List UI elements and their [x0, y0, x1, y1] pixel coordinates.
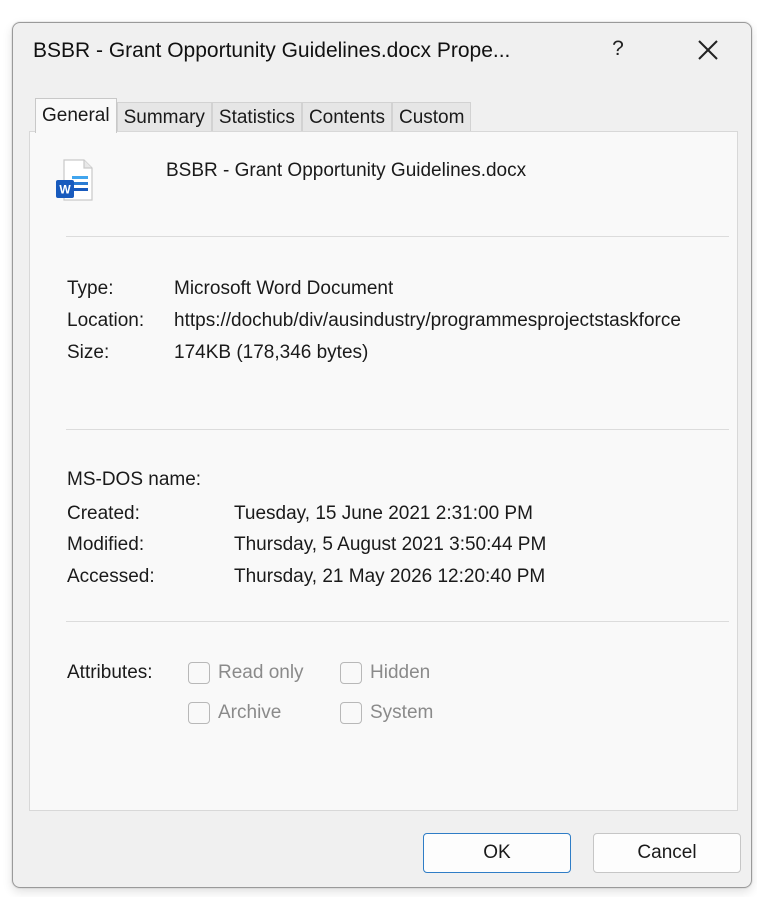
- divider: [66, 429, 729, 430]
- type-label: Type:: [67, 278, 114, 299]
- file-name: BSBR - Grant Opportunity Guidelines.docx: [166, 160, 527, 181]
- checkbox-box[interactable]: [340, 702, 362, 724]
- close-icon: [698, 40, 718, 60]
- properties-dialog: BSBR - Grant Opportunity Guidelines.docx…: [12, 22, 752, 888]
- close-button[interactable]: [693, 35, 723, 65]
- archive-checkbox[interactable]: Archive: [188, 702, 281, 724]
- accessed-label: Accessed:: [67, 566, 155, 587]
- checkbox-box[interactable]: [188, 702, 210, 724]
- msdos-name-label: MS-DOS name:: [67, 469, 202, 490]
- ok-button[interactable]: OK: [423, 833, 571, 873]
- window-title: BSBR - Grant Opportunity Guidelines.docx…: [33, 39, 511, 62]
- created-value: Tuesday, 15 June 2021 2:31:00 PM: [234, 503, 533, 524]
- tab-bar: General Summary Statistics Contents Cust…: [35, 97, 472, 133]
- divider: [66, 236, 729, 237]
- cancel-button[interactable]: Cancel: [593, 833, 741, 873]
- read-only-checkbox[interactable]: Read only: [188, 662, 304, 684]
- tab-contents[interactable]: Contents: [301, 102, 392, 133]
- size-value: 174KB (178,346 bytes): [174, 342, 369, 363]
- archive-label: Archive: [218, 702, 282, 723]
- tab-statistics[interactable]: Statistics: [211, 102, 302, 133]
- hidden-label: Hidden: [370, 662, 431, 683]
- tab-custom[interactable]: Custom: [391, 102, 472, 133]
- read-only-label: Read only: [218, 662, 304, 683]
- system-label: System: [370, 702, 434, 723]
- attributes-label: Attributes:: [67, 662, 153, 683]
- help-button[interactable]: ?: [607, 37, 629, 67]
- general-panel: W BSBR - Grant Opportunity Guidelines.do…: [29, 131, 738, 811]
- divider: [66, 621, 729, 622]
- system-checkbox[interactable]: System: [340, 702, 433, 724]
- title-bar: BSBR - Grant Opportunity Guidelines.docx…: [13, 23, 751, 83]
- hidden-checkbox[interactable]: Hidden: [340, 662, 430, 684]
- size-label: Size:: [67, 342, 110, 363]
- checkbox-box[interactable]: [340, 662, 362, 684]
- modified-value: Thursday, 5 August 2021 3:50:44 PM: [234, 534, 547, 555]
- location-label: Location:: [67, 310, 145, 331]
- tab-general[interactable]: General: [35, 98, 117, 133]
- modified-label: Modified:: [67, 534, 145, 555]
- word-document-icon: W: [54, 158, 94, 204]
- checkbox-box[interactable]: [188, 662, 210, 684]
- svg-text:W: W: [59, 183, 71, 197]
- location-value: https://dochub/div/ausindustry/programme…: [174, 310, 681, 331]
- type-value: Microsoft Word Document: [174, 278, 394, 299]
- accessed-value: Thursday, 21 May 2026 12:20:40 PM: [234, 566, 546, 587]
- tab-summary[interactable]: Summary: [116, 102, 212, 133]
- created-label: Created:: [67, 503, 140, 524]
